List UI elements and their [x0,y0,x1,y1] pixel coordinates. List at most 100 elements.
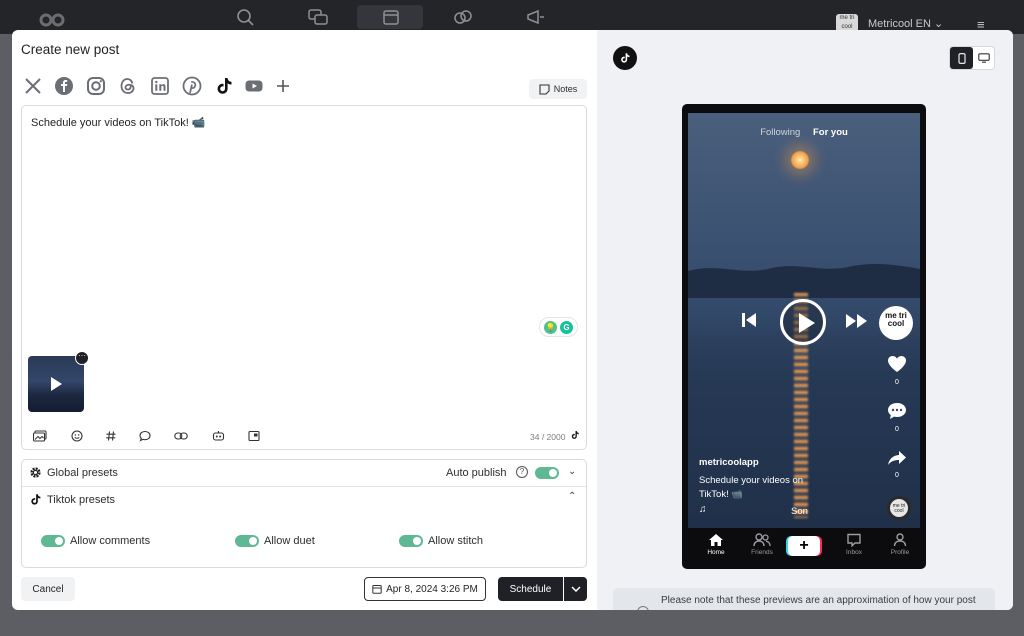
instagram-icon[interactable] [85,75,107,97]
comment-bubble-icon [888,403,906,419]
sound-disc[interactable]: me tri cool [887,496,911,520]
mobile-view-button[interactable] [950,47,973,69]
schedule-options-button[interactable] [564,577,587,601]
lightbulb-icon[interactable]: 💡 [544,320,557,334]
metricool-logo-icon[interactable] [38,12,66,28]
disclaimer-text: Please note that these previews are an a… [661,595,976,606]
feed-tabs: Following For you [688,127,920,138]
facebook-icon[interactable] [53,75,75,97]
video-thumbnail[interactable] [28,356,84,412]
inbox-icon [847,533,861,547]
media-library-icon[interactable] [32,428,48,444]
grammarly-icon[interactable]: G [560,320,573,334]
inbox-icon[interactable] [308,8,328,26]
like-action[interactable]: 0 [885,355,909,386]
frame-icon[interactable] [246,428,262,444]
tiktok-icon[interactable] [213,75,235,97]
share-count: 0 [895,472,899,479]
allow-duet-label: Allow duet [264,535,315,547]
schedule-button[interactable]: Schedule [498,577,563,601]
music-note-icon: ♫ [699,504,707,515]
hashtag-icon[interactable] [103,428,119,444]
sound-name: Son [791,506,808,517]
chevron-down-icon[interactable]: ⌄ [568,466,576,477]
calendar-icon [372,585,382,594]
fast-forward-icon[interactable] [845,312,869,330]
threads-icon[interactable] [117,75,139,97]
share-action[interactable]: 0 [885,450,909,479]
emoji-icon[interactable] [69,428,85,444]
x-icon[interactable] [22,75,44,97]
pinterest-icon[interactable] [181,75,203,97]
tiktok-icon [31,494,41,505]
tiktok-presets-label: Tiktok presets [47,494,116,506]
background-page [0,610,1024,636]
gear-icon [30,467,41,478]
tab-home-label: Home [707,549,725,556]
help-icon[interactable]: ? [516,466,528,478]
create-video-button[interactable]: + [788,536,820,556]
tiktok-presets-row[interactable]: Tiktok presets ⌃ [22,487,586,513]
ads-icon[interactable] [525,8,545,26]
chevron-up-icon[interactable]: ⌃ [568,491,576,502]
auto-publish-toggle[interactable] [535,467,559,479]
notes-button[interactable]: Notes [529,79,587,99]
date-label: Apr 8, 2024 3:26 PM [386,583,478,595]
ai-assistant-icon[interactable] [210,428,226,444]
heart-icon [888,356,906,372]
analytics-icon[interactable] [236,8,256,26]
tab-home[interactable]: Home [699,533,733,556]
character-counter: 34 / 2000 [530,432,566,442]
add-network-icon[interactable] [272,75,294,97]
tiktok-badge-icon [613,46,637,70]
cancel-button[interactable]: Cancel [21,577,75,601]
create-post-modal: Create new post Notes Schedule your vide… [12,30,1013,610]
tab-profile-label: Profile [890,549,910,556]
share-icon [888,451,906,465]
comment-action[interactable]: 0 [885,402,909,433]
desktop-view-button[interactable] [973,47,995,69]
youtube-icon[interactable] [243,75,265,97]
tab-profile[interactable]: Profile [883,533,917,556]
comment-count: 0 [895,426,899,433]
moon [791,151,809,169]
allow-stitch-label: Allow stitch [428,535,484,547]
desktop-icon [978,53,990,63]
brand-selector[interactable]: Metricool EN ⌄ [868,17,943,30]
tab-inbox-label: Inbox [846,549,862,556]
note-icon [539,83,550,95]
planner-icon[interactable] [381,8,401,26]
global-presets-row[interactable]: Global presets Auto publish ? ⌄ [22,460,586,486]
profile-avatar[interactable]: me tri cool [879,306,913,340]
tab-following[interactable]: Following [760,127,800,138]
hills [688,263,920,298]
preview-panel: Following For you me tri cool 0 0 0 metr… [597,30,1013,610]
linkedin-icon[interactable] [149,75,171,97]
post-text-editor[interactable]: Schedule your videos on TikTok! 📹 💡 G ··… [21,105,587,450]
allow-comments-toggle[interactable] [41,535,65,547]
links-icon[interactable] [453,8,473,26]
friends-icon [753,533,771,547]
grammarly-widget[interactable]: 💡 G [539,317,578,337]
preview-disclaimer: Please note that these previews are an a… [613,588,995,610]
device-toggle [949,46,995,70]
mobile-icon [957,52,966,64]
notes-label: Notes [553,84,578,94]
brand-name: Metricool EN [868,18,931,30]
date-picker-button[interactable]: Apr 8, 2024 3:26 PM [364,577,486,601]
tiktok-counter-icon [571,431,579,439]
tab-friends[interactable]: Friends [745,533,779,556]
post-text[interactable]: Schedule your videos on TikTok! 📹 [31,116,206,129]
link-icon[interactable] [173,428,189,444]
play-button[interactable] [780,299,826,345]
allow-stitch-toggle[interactable] [399,535,423,547]
play-icon [51,377,62,391]
comment-icon[interactable] [137,428,153,444]
tab-for-you[interactable]: For you [813,127,848,138]
allow-duet-toggle[interactable] [235,535,259,547]
tab-inbox[interactable]: Inbox [837,533,871,556]
tiktok-tabbar: Home Friends + Inbox Profile [688,528,920,569]
media-options-icon[interactable]: ··· [75,351,89,365]
previous-icon[interactable] [740,311,758,329]
profile-icon [893,533,907,547]
